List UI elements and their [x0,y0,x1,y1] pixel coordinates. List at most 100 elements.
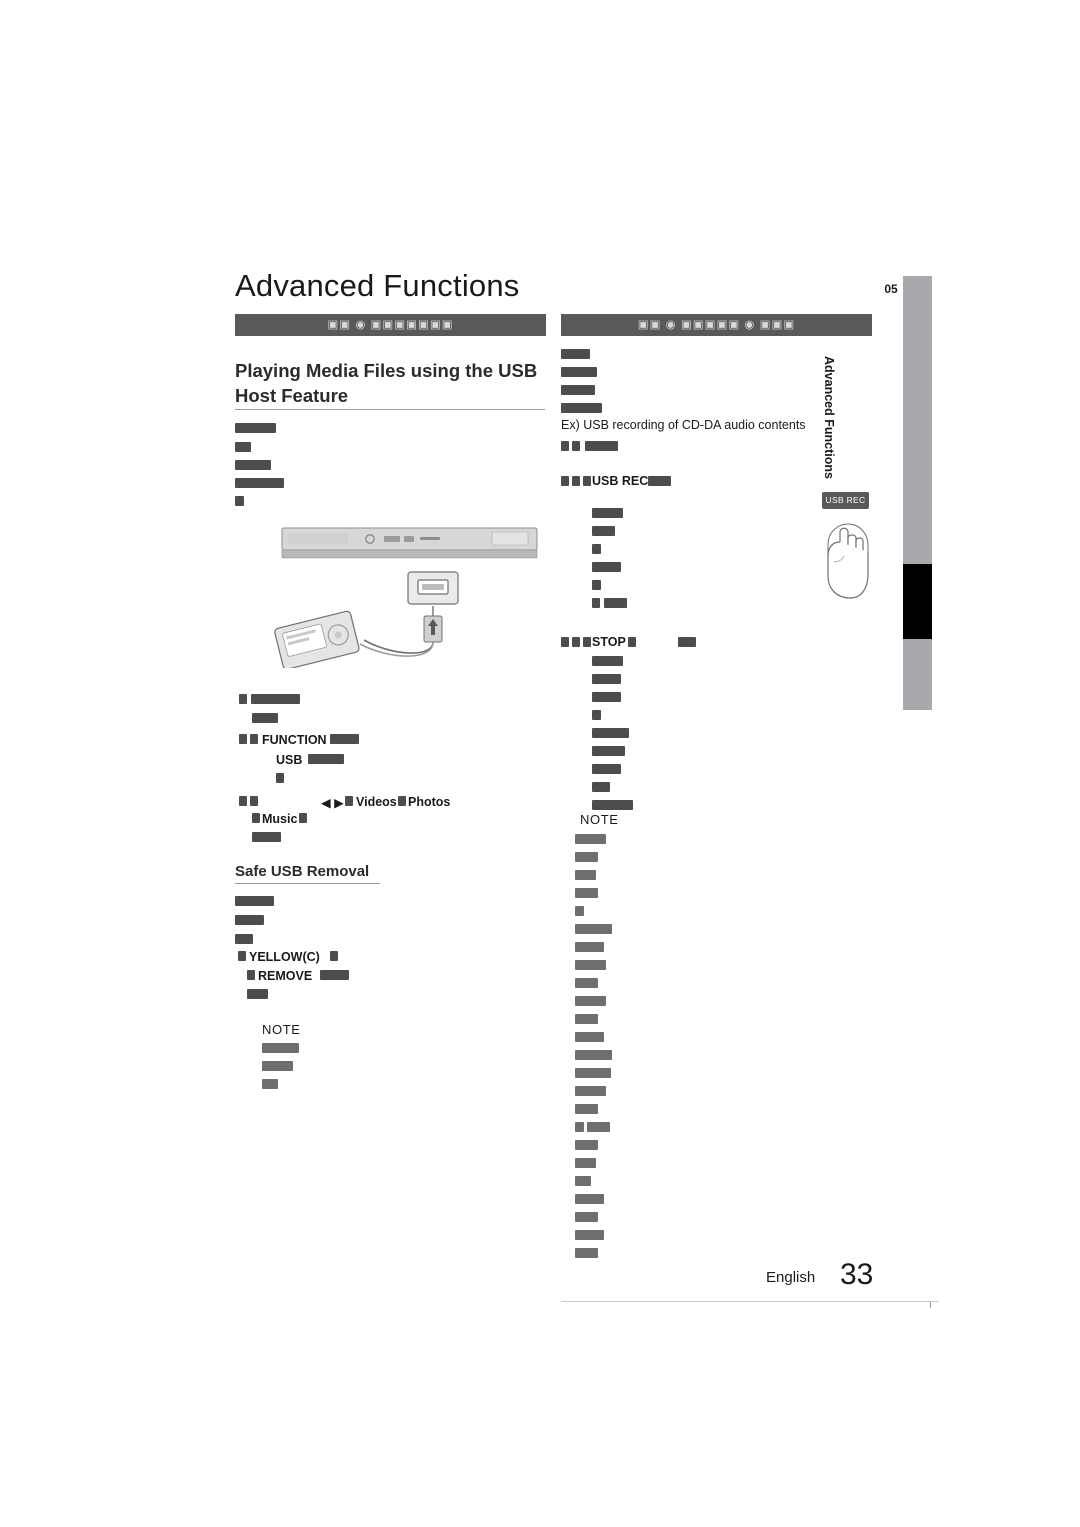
yellow-c-button-label: YELLOW(C) [249,950,320,964]
photos-label: Photos [408,795,451,809]
footer-language: English [766,1269,816,1286]
note-label-right: NOTE [580,812,619,827]
redacted-text [235,478,284,488]
redacted-text [592,800,633,810]
redacted-text [572,637,580,647]
redacted-text [299,813,307,823]
section-divider-2 [235,883,380,884]
section-divider-1 [235,409,545,410]
usb-label: USB [276,753,303,767]
redacted-text [575,1194,604,1204]
redacted-text [575,1068,611,1078]
page-title: Advanced Functions [235,268,520,303]
redacted-text [583,637,591,647]
redacted-text [575,1230,604,1240]
side-tab-white-column [880,276,903,710]
manual-page: Advanced Functions ▣▣ ◉ ▣▣▣▣▣▣▣ ▣▣ ◉ ▣▣▣… [0,0,1080,1527]
redacted-text [235,896,274,906]
redacted-text [561,367,597,377]
redacted-text [575,1014,598,1024]
redacted-text [592,656,623,666]
redacted-text [575,888,598,898]
redacted-text [247,989,268,999]
example-line: Ex) USB recording of CD-DA audio content… [561,418,806,432]
usb-rec-callout: USB REC [818,492,878,632]
redacted-text [585,441,618,451]
redacted-text [575,1050,612,1060]
usb-rec-chip-label: USB REC [825,495,866,505]
redacted-text [252,813,260,823]
redacted-text [592,674,621,684]
redacted-text [587,1122,610,1132]
redacted-text [604,598,627,608]
redacted-text [239,796,247,806]
redacted-text [238,951,246,961]
redacted-text [250,796,258,806]
usb-rec-button-label: USB REC [592,474,649,488]
redacted-text [575,1158,596,1168]
chapter-number: 05 [884,282,898,296]
videos-label: Videos [356,795,397,809]
redacted-text [561,385,595,395]
redacted-text [592,782,610,792]
redacted-text [628,637,636,647]
redacted-text [575,1032,604,1042]
redacted-text [561,637,569,647]
side-tab-black-marker [903,564,932,639]
section-title-safe-usb-removal: Safe USB Removal [235,863,370,880]
redacted-text [592,728,629,738]
redacted-text [345,796,353,806]
redacted-text [583,476,591,486]
redacted-text [561,441,569,451]
redacted-text [561,349,590,359]
left-column-header-bar: ▣▣ ◉ ▣▣▣▣▣▣▣ [235,314,546,336]
redacted-text [330,734,359,744]
redacted-text [592,692,621,702]
function-button-label: FUNCTION [262,733,327,747]
redacted-text [235,496,244,506]
redacted-text [561,476,569,486]
chapter-label: Advanced Functions [822,356,836,479]
section-title-usb-host: Playing Media Files using the USB Host F… [235,360,538,406]
redacted-text [235,423,276,433]
redacted-text [251,694,300,704]
redacted-text [308,754,344,764]
left-column-header-text: ▣▣ ◉ ▣▣▣▣▣▣▣ [327,319,454,331]
redacted-text [592,526,615,536]
redacted-text [575,870,596,880]
redacted-text [239,734,247,744]
redacted-text [252,832,281,842]
redacted-text [678,637,696,647]
redacted-text [572,441,580,451]
redacted-text [239,694,247,704]
redacted-text [575,960,606,970]
right-column-header-text: ▣▣ ◉ ▣▣▣▣▣ ◉ ▣▣▣ [637,319,796,331]
side-tab-grey-bar [903,276,932,710]
redacted-text [575,1176,591,1186]
redacted-text [276,773,284,783]
redacted-text [575,1140,598,1150]
right-column-header-bar: ▣▣ ◉ ▣▣▣▣▣ ◉ ▣▣▣ [561,314,872,336]
redacted-text [235,442,251,452]
redacted-text [262,1061,293,1071]
redacted-text [575,1086,606,1096]
redacted-text [575,924,612,934]
redacted-text [575,1104,598,1114]
redacted-text [575,942,604,952]
redacted-text [592,580,601,590]
redacted-text [575,996,606,1006]
redacted-text [398,796,406,806]
redacted-text [235,934,253,944]
music-label: Music [262,812,298,826]
redacted-text [592,562,621,572]
redacted-text [247,970,255,980]
redacted-text [330,951,338,961]
redacted-text [572,476,580,486]
redacted-text [252,713,278,723]
redacted-text [235,915,264,925]
redacted-text [592,508,623,518]
redacted-text [575,1212,598,1222]
redacted-text [561,403,602,413]
remove-label: REMOVE [258,969,313,983]
redacted-text [250,734,258,744]
